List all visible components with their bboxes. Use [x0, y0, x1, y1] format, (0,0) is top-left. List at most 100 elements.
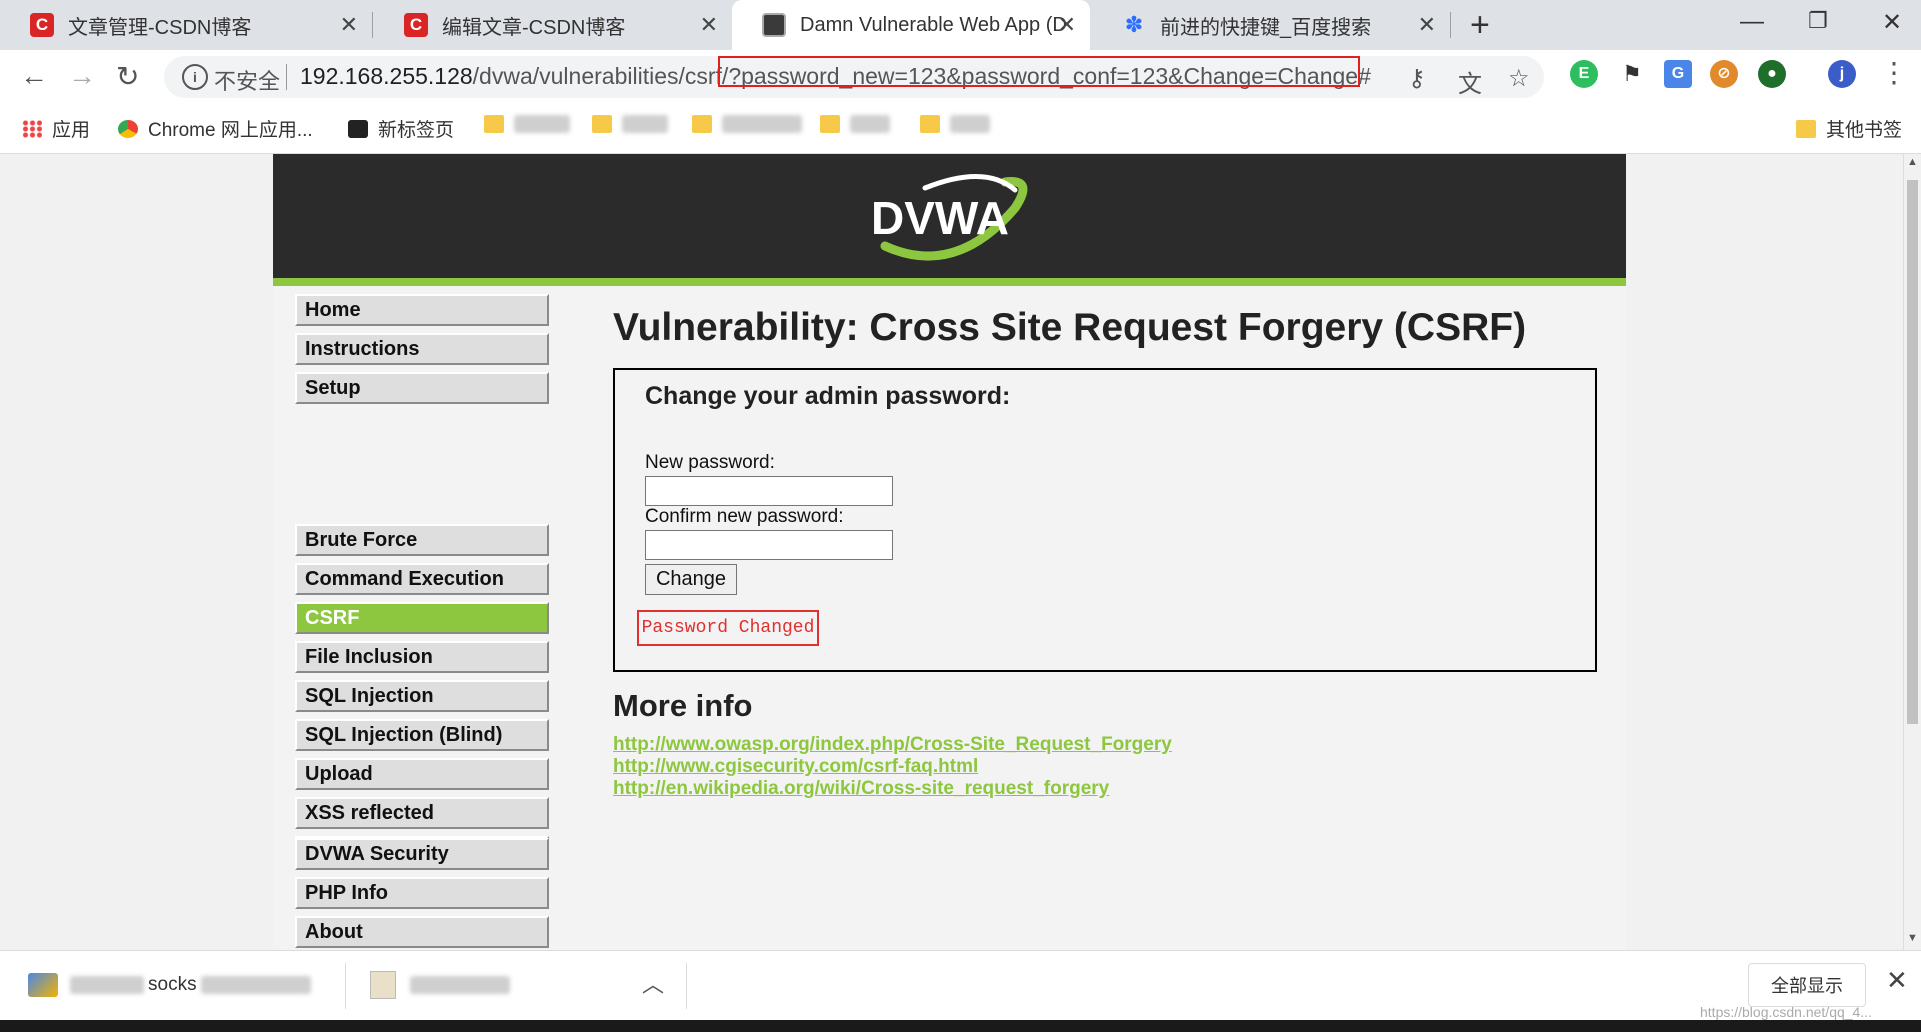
download-item[interactable]: socks — [28, 967, 311, 1003]
menu-item-home[interactable]: Home — [295, 294, 549, 326]
menu-item-sql-injection-blind[interactable]: SQL Injection (Blind) — [295, 719, 549, 751]
reload-icon[interactable]: ↻ — [116, 60, 139, 93]
tab-edit-article[interactable]: C 编辑文章-CSDN博客 ✕ — [374, 0, 732, 50]
restore-icon[interactable]: ❐ — [1808, 8, 1828, 34]
bookmarks-bar: 应用 Chrome 网上应用... 新标签页 其他书签 — [0, 104, 1921, 154]
menu-item-file-inclusion[interactable]: File Inclusion — [295, 641, 549, 673]
scroll-thumb[interactable] — [1907, 180, 1918, 724]
back-arrow-icon[interactable]: ← — [20, 60, 48, 92]
change-button[interactable]: Change — [645, 564, 737, 595]
tab-title: 前进的快捷键_百度搜索 — [1160, 16, 1372, 39]
menu-item-setup[interactable]: Setup — [295, 372, 549, 404]
bookmark-star-icon[interactable]: ☆ — [1508, 64, 1530, 93]
folder-icon — [1796, 119, 1816, 138]
tab-title: Damn Vulnerable Web App (D — [800, 13, 1067, 36]
scroll-up-icon[interactable]: ▲ — [1907, 156, 1918, 168]
confirm-password-input[interactable] — [645, 530, 893, 560]
bookmark-folder-blurred[interactable] — [692, 115, 802, 133]
tab-title: 编辑文章-CSDN博客 — [442, 16, 626, 39]
menu-kebab-icon[interactable]: ⋮ — [1880, 56, 1908, 89]
csdn-icon: C — [404, 13, 428, 37]
form-heading: Change your admin password: — [645, 382, 1011, 410]
watermark: https://blog.csdn.net/qq_4... — [1700, 1004, 1873, 1020]
forward-arrow-icon[interactable]: → — [68, 60, 96, 92]
confirm-password-label: Confirm new password: — [645, 506, 844, 527]
menu-group: DVWA Security PHP Info About — [295, 838, 549, 950]
minimize-icon[interactable]: — — [1740, 8, 1764, 36]
owasp-link[interactable]: http://www.owasp.org/index.php/Cross-Sit… — [613, 734, 1172, 756]
wikipedia-link[interactable]: http://en.wikipedia.org/wiki/Cross-site_… — [613, 778, 1109, 800]
close-icon[interactable]: ✕ — [1418, 12, 1436, 38]
close-icon[interactable]: ✕ — [1058, 12, 1076, 38]
tab-dvwa[interactable]: Damn Vulnerable Web App (D ✕ — [732, 0, 1090, 50]
menu-item-php-info[interactable]: PHP Info — [295, 877, 549, 909]
close-icon[interactable]: ✕ — [700, 12, 718, 38]
google-translate-icon[interactable]: G — [1664, 60, 1692, 88]
chevron-up-icon[interactable]: ︿ — [642, 967, 664, 999]
bookmark-label: 应用 — [52, 120, 91, 141]
close-icon[interactable]: ✕ — [1886, 965, 1908, 996]
folder-icon — [484, 115, 504, 133]
page-scrollbar[interactable]: ▲ ▼ — [1903, 154, 1921, 950]
tab-title: 文章管理-CSDN博客 — [68, 16, 252, 39]
translate-icon[interactable]: 文 — [1458, 64, 1482, 99]
folder-icon — [820, 115, 840, 133]
scroll-down-icon[interactable]: ▼ — [1907, 932, 1918, 944]
bookmark-label: 其他书签 — [1826, 120, 1903, 141]
menu-item-csrf[interactable]: CSRF — [295, 602, 549, 634]
evernote-icon[interactable]: E — [1570, 60, 1598, 88]
new-password-input[interactable] — [645, 476, 893, 506]
bookmark-apps[interactable]: 应用 — [22, 115, 90, 142]
menu-item-about[interactable]: About — [295, 916, 549, 948]
menu-item-sql-injection[interactable]: SQL Injection — [295, 680, 549, 712]
chrome-store-icon — [118, 119, 138, 138]
dvwa-body: Home Instructions Setup Brute Force Command … — [273, 286, 1626, 950]
bookmark-chrome-store[interactable]: Chrome 网上应用... — [118, 115, 313, 142]
menu-item-brute-force[interactable]: Brute Force — [295, 524, 549, 556]
dvwa-logo: DVWA — [871, 174, 1028, 261]
tab-baidu-search[interactable]: ✽ 前进的快捷键_百度搜索 ✕ — [1092, 0, 1450, 50]
new-password-label: New password: — [645, 452, 775, 473]
menu-item-instructions[interactable]: Instructions — [295, 333, 549, 365]
cgisecurity-link[interactable]: http://www.cgisecurity.com/csrf-faq.html — [613, 756, 978, 778]
menu-item-xss-reflected[interactable]: XSS reflected — [295, 797, 549, 829]
close-icon[interactable]: ✕ — [340, 12, 358, 38]
menu-group: Brute Force Command Execution CSRF File Inc… — [295, 524, 549, 875]
extension-icon[interactable]: ● — [1758, 60, 1786, 88]
menu-item-dvwa-security[interactable]: DVWA Security — [295, 838, 549, 870]
bookmark-folder-blurred[interactable] — [820, 115, 890, 133]
bookmark-folder-blurred[interactable] — [592, 115, 668, 133]
bookmark-icon[interactable]: ⚑ — [1618, 60, 1646, 88]
menu-item-command-execution[interactable]: Command Execution — [295, 563, 549, 595]
menu-item-upload[interactable]: Upload — [295, 758, 549, 790]
dvwa-icon — [762, 13, 786, 37]
blocker-icon[interactable]: ⊘ — [1710, 60, 1738, 88]
download-separator — [345, 963, 346, 1009]
tab-separator — [372, 12, 373, 38]
tab-article-management[interactable]: C 文章管理-CSDN博客 ✕ — [0, 0, 372, 50]
download-separator — [686, 963, 687, 1009]
download-item[interactable] — [370, 967, 510, 1003]
avatar[interactable]: j — [1828, 60, 1856, 88]
bookmark-label: Chrome 网上应用... — [148, 120, 313, 141]
info-icon[interactable]: i — [182, 64, 208, 90]
bookmark-folder-blurred[interactable] — [484, 115, 570, 133]
download-filename: socks — [148, 974, 197, 995]
more-info-heading: More info — [613, 688, 753, 723]
url-highlight-box — [718, 56, 1360, 87]
bookmark-other[interactable]: 其他书签 — [1796, 115, 1902, 142]
download-shelf: socks ︿ 全部显示 ✕ — [0, 950, 1921, 1020]
file-icon — [370, 971, 396, 999]
bookmark-new-tab[interactable]: 新标签页 — [348, 115, 454, 142]
taskbar — [0, 1020, 1921, 1032]
new-tab-plus-icon[interactable]: + — [1470, 6, 1490, 45]
apps-grid-icon — [22, 119, 42, 138]
tab-separator — [1450, 12, 1451, 38]
key-icon[interactable]: ⚷ — [1408, 64, 1426, 93]
new-tab-page-icon — [348, 119, 368, 138]
bookmark-folder-blurred[interactable] — [920, 115, 990, 133]
page-title: Vulnerability: Cross Site Request Forger… — [613, 306, 1527, 349]
show-all-button[interactable]: 全部显示 — [1748, 963, 1866, 1007]
window-close-icon[interactable]: ✕ — [1882, 8, 1902, 37]
security-label: 不安全 — [214, 69, 281, 94]
